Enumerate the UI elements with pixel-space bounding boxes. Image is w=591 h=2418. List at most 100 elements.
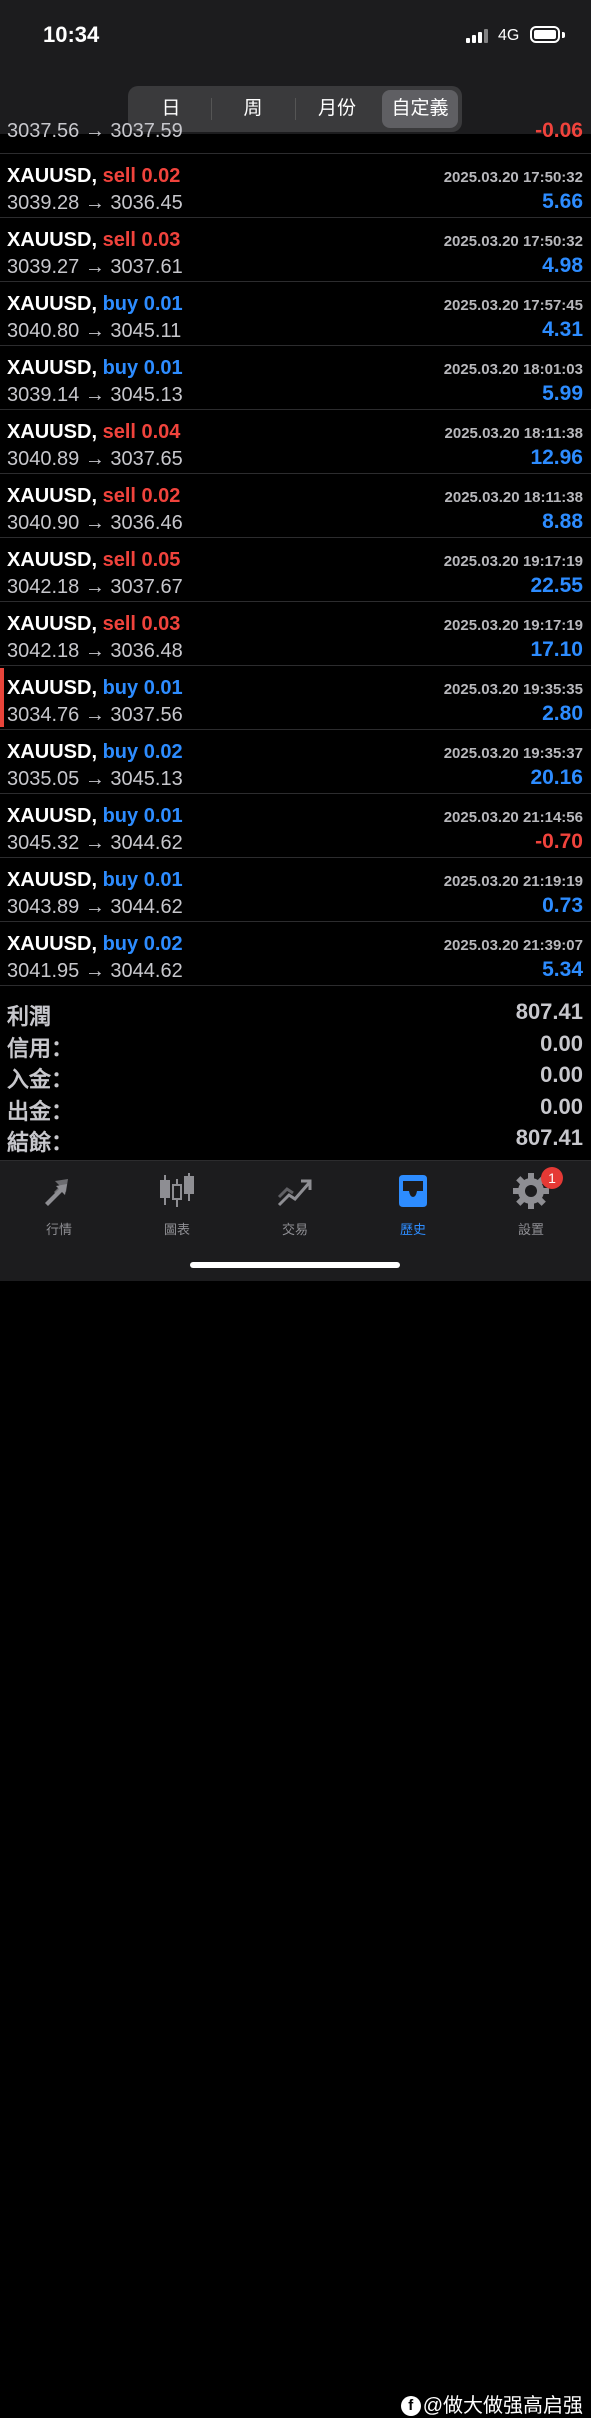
trade-symbol: XAUUSD, sell 0.04 (7, 421, 180, 444)
trade-date: 2025.03.20 19:35:35 (443, 681, 583, 698)
account-summary: 利潤 807.41 信用： 0.00 入金： 0.00 出金： 0.00 結餘：… (0, 995, 591, 1155)
trade-profit: 22.55 (530, 574, 583, 597)
trade-side: buy 0.01 (102, 357, 183, 379)
trade-date: 2025.03.20 19:17:19 (443, 617, 583, 634)
tab-label: 歷史 (399, 1222, 426, 1237)
tab-label: 交易 (281, 1222, 308, 1237)
trade-date: 2025.03.20 18:11:38 (444, 489, 583, 506)
home-indicator (190, 1262, 400, 1268)
trade-price: 3045.32 → 3044.62 (7, 832, 183, 854)
symbol-text: XAUUSD, (7, 549, 98, 571)
tab-trade[interactable]: 交易 (236, 1169, 354, 1238)
trade-price: 3035.05 → 3045.13 (7, 768, 183, 790)
trade-symbol: XAUUSD, sell 0.02 (7, 165, 180, 188)
table-row[interactable]: XAUUSD, sell 0.04 2025.03.20 18:11:38 3040… (0, 410, 591, 474)
trade-profit: -0.70 (535, 830, 583, 853)
summary-deposit-row: 入金： 0.00 (0, 1058, 591, 1092)
trade-history-list[interactable]: 3037.56 → 3037.59 -0.06 XAUUSD, sell 0.0… (0, 122, 591, 992)
trade-symbol: XAUUSD, sell 0.05 (7, 549, 180, 572)
table-row[interactable]: XAUUSD, sell 0.03 2025.03.20 19:17:19 3042… (0, 602, 591, 666)
trade-trend-icon (273, 1169, 317, 1213)
trade-price: 3041.95 → 3044.62 (7, 960, 183, 982)
tab-label: 行情 (45, 1222, 72, 1237)
trade-symbol: XAUUSD, buy 0.01 (7, 869, 183, 892)
trade-price: 3040.90 → 3036.46 (7, 512, 183, 534)
trade-profit: -0.06 (535, 122, 583, 142)
trade-profit: 20.16 (530, 766, 583, 789)
table-row[interactable]: XAUUSD, buy 0.02 2025.03.20 19:35:37 3035.… (0, 730, 591, 794)
summary-withdrawal-row: 出金： 0.00 (0, 1090, 591, 1124)
symbol-text: XAUUSD, (7, 805, 98, 827)
table-row[interactable]: XAUUSD, buy 0.01 2025.03.20 19:35:35 3034.… (0, 666, 591, 730)
watermark-text: @做大做强高启强 (422, 2395, 583, 2417)
table-row[interactable]: XAUUSD, sell 0.05 2025.03.20 19:17:19 3042… (0, 538, 591, 602)
trade-date: 2025.03.20 17:50:32 (443, 169, 583, 186)
tab-label: 圖表 (163, 1222, 190, 1237)
trade-symbol: XAUUSD, buy 0.01 (7, 357, 183, 380)
facebook-icon: f (400, 2396, 421, 2416)
table-row[interactable]: XAUUSD, sell 0.02 2025.03.20 18:11:38 3040… (0, 474, 591, 538)
trade-profit: 17.10 (530, 638, 583, 661)
trade-symbol: XAUUSD, buy 0.02 (7, 933, 183, 956)
symbol-text: XAUUSD, (7, 613, 98, 635)
table-row[interactable]: XAUUSD, buy 0.01 2025.03.20 17:57:45 3040.… (0, 282, 591, 346)
trade-side: sell 0.04 (102, 421, 181, 443)
table-row[interactable]: XAUUSD, sell 0.03 2025.03.20 17:50:32 3039… (0, 218, 591, 282)
signal-icon (466, 29, 492, 43)
trade-date: 2025.03.20 17:50:32 (443, 233, 583, 250)
trade-price: 3039.28 → 3036.45 (7, 192, 183, 214)
trade-price: 3039.27 → 3037.61 (7, 256, 183, 278)
trade-symbol: XAUUSD, sell 0.02 (7, 485, 180, 508)
gear-icon: 1 (509, 1167, 563, 1213)
table-row[interactable]: XAUUSD, buy 0.01 2025.03.20 21:14:56 3045.… (0, 794, 591, 858)
tab-quotes[interactable]: 行情 (0, 1169, 118, 1238)
symbol-text: XAUUSD, (7, 165, 98, 187)
trade-profit: 4.98 (542, 254, 583, 277)
symbol-text: XAUUSD, (7, 229, 98, 251)
trade-price: 3040.89 → 3037.65 (7, 448, 183, 470)
notification-badge: 1 (541, 1167, 563, 1189)
candlestick-chart-icon (155, 1169, 199, 1213)
trade-side: sell 0.05 (102, 549, 181, 571)
trade-symbol: XAUUSD, sell 0.03 (7, 229, 180, 252)
tab-settings[interactable]: 1 設置 (472, 1167, 590, 1238)
trade-price: 3039.14 → 3045.13 (7, 384, 183, 406)
table-row[interactable]: XAUUSD, sell 0.02 2025.03.20 17:50:32 3039… (0, 154, 591, 218)
trade-date: 2025.03.20 18:01:03 (443, 361, 583, 378)
trade-price: 3034.76 → 3037.56 (7, 704, 183, 726)
history-inbox-icon (391, 1169, 435, 1213)
tab-label: 設置 (517, 1222, 544, 1237)
trade-symbol: XAUUSD, sell 0.03 (7, 613, 180, 636)
summary-value: 0.00 (540, 1093, 583, 1119)
watermark: f @做大做强高启强 (400, 2389, 583, 2418)
trade-side: sell 0.03 (102, 229, 181, 251)
quotes-arrows-icon (37, 1169, 81, 1213)
trade-side: sell 0.02 (102, 485, 181, 507)
trade-date: 2025.03.20 18:11:38 (444, 425, 583, 442)
trade-profit: 12.96 (530, 446, 583, 469)
symbol-text: XAUUSD, (7, 869, 98, 891)
trade-date: 2025.03.20 19:35:37 (443, 745, 583, 762)
trade-date: 2025.03.20 21:19:19 (443, 873, 583, 890)
tab-history[interactable]: 歷史 (354, 1169, 472, 1238)
trade-date: 2025.03.20 19:17:19 (443, 553, 583, 570)
trade-side: buy 0.02 (102, 741, 183, 763)
trade-price: 3042.18 → 3036.48 (7, 640, 183, 662)
trade-price: 3043.89 → 3044.62 (7, 896, 183, 918)
symbol-text: XAUUSD, (7, 357, 98, 379)
summary-value: 807.41 (515, 1125, 583, 1150)
trade-side: buy 0.01 (102, 677, 183, 699)
tab-chart[interactable]: 圖表 (118, 1169, 236, 1238)
table-row[interactable]: XAUUSD, buy 0.01 2025.03.20 21:19:19 3043.… (0, 858, 591, 922)
trade-price: 3042.18 → 3037.67 (7, 576, 183, 598)
trade-side: sell 0.02 (102, 165, 181, 187)
network-type: 4G (498, 27, 520, 44)
trade-date: 2025.03.20 21:39:07 (443, 937, 583, 954)
table-row[interactable]: 3037.56 → 3037.59 -0.06 (0, 122, 591, 154)
table-row[interactable]: XAUUSD, buy 0.02 2025.03.20 21:39:07 3041.… (0, 922, 591, 986)
symbol-text: XAUUSD, (7, 933, 98, 955)
trade-symbol: XAUUSD, buy 0.02 (7, 741, 183, 764)
trade-profit: 0.73 (542, 894, 583, 917)
table-row[interactable]: XAUUSD, buy 0.01 2025.03.20 18:01:03 3039.… (0, 346, 591, 410)
summary-credit-row: 信用： 0.00 (0, 1027, 591, 1061)
